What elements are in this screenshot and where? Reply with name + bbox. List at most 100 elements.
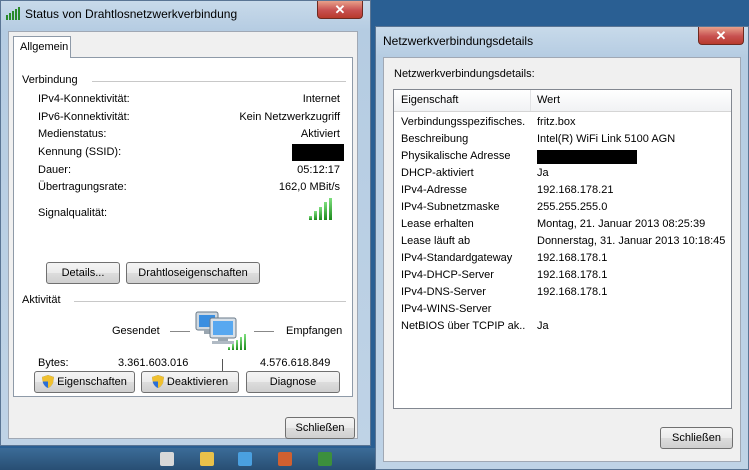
desktop-icon [318,452,332,466]
close-icon: ✕ [334,2,346,17]
column-header-value[interactable]: Wert [537,94,560,106]
connection-group-title: Verbindung [22,74,78,86]
wireless-properties-button[interactable]: Drahtloseigenschaften [126,262,260,284]
status-window-client: Allgemein Verbindung IPv4-Konnektivität:… [8,31,358,439]
table-row[interactable]: Beschreibung Intel(R) WiFi Link 5100 AGN [394,131,731,148]
deactivate-button-label: Deaktivieren [166,376,229,388]
transfer-rate-value: 162,0 MBit/s [278,181,340,193]
table-row[interactable]: IPv4-Standardgateway 192.168.178.1 [394,250,731,267]
column-separator[interactable] [530,90,531,111]
row-value: Donnerstag, 31. Januar 2013 10:18:45 [537,235,726,247]
table-row[interactable]: Verbindungsspezifisches... fritz.box [394,114,731,131]
properties-button[interactable]: Eigenschaften [34,371,135,393]
row-value: 192.168.178.1 [537,269,608,281]
row-property: Beschreibung [401,133,469,145]
ssid-label: Kennung (SSID): [38,146,122,158]
signal-bar [228,347,230,350]
signal-bar [314,211,317,220]
table-row[interactable]: IPv4-Subnetzmaske 255.255.255.0 [394,199,731,216]
details-list-label: Netzwerkverbindungsdetails: [394,68,535,80]
signal-bar [240,337,242,350]
ssid-redacted [292,144,344,161]
row-value: fritz.box [537,116,576,128]
details-button[interactable]: Details... [46,262,120,284]
ipv4-connectivity-value: Internet [302,93,340,105]
row-value: 255.255.255.0 [537,201,608,213]
uac-shield-icon [42,375,55,388]
details-window-title: Netzwerkverbindungsdetails [383,34,534,48]
table-row[interactable]: IPv4-WINS-Server [394,301,731,318]
group-divider [92,81,346,82]
row-property: IPv4-WINS-Server [401,303,492,315]
mac-address-redacted [537,150,637,164]
signal-strength-icon [309,198,339,220]
table-row[interactable]: NetBIOS über TCPIP ak... Ja [394,318,731,335]
details-listview[interactable]: Eigenschaft Wert Verbindungsspezifisches… [393,89,732,409]
wireless-network-icon [6,7,20,20]
signal-bar [236,340,238,350]
deactivate-button[interactable]: Deaktivieren [141,371,239,393]
row-property: IPv4-DNS-Server [401,286,486,298]
details-close-button[interactable]: Schließen [660,427,733,449]
signal-bar [244,334,246,350]
signal-bar [319,207,322,220]
row-property: Physikalische Adresse [401,150,511,162]
signal-bar [324,202,327,220]
row-value: Ja [537,167,549,179]
sent-label: Gesendet [112,325,160,337]
table-row[interactable]: IPv4-DNS-Server 192.168.178.1 [394,284,731,301]
ipv6-connectivity-label: IPv6-Konnektivität: [38,111,130,123]
bytes-label: Bytes: [38,357,69,369]
row-value: 192.168.178.1 [537,252,608,264]
desktop-icon [200,452,214,466]
status-window-titlebar[interactable]: Status von Drahtlosnetzwerkverbindung ✕ [1,1,370,27]
details-window-titlebar[interactable]: Netzwerkverbindungsdetails ✕ [376,27,748,53]
activity-signal-icon [228,334,250,350]
details-window: Netzwerkverbindungsdetails ✕ Netzwerkver… [375,26,749,470]
duration-label: Dauer: [38,164,72,176]
row-value: Ja [537,320,549,332]
row-property: IPv4-Subnetzmaske [401,201,500,213]
details-window-client: Netzwerkverbindungsdetails: Eigenschaft … [383,57,741,462]
column-header-property[interactable]: Eigenschaft [401,94,458,106]
table-row[interactable]: IPv4-Adresse 192.168.178.21 [394,182,731,199]
bytes-sent-value: 3.361.603.016 [118,357,189,369]
transfer-rate-label: Übertragungsrate: [38,181,127,193]
uac-shield-icon [151,375,164,388]
status-close-button[interactable]: Schließen [285,417,355,439]
received-line [254,331,274,332]
details-window-close-button[interactable]: ✕ [698,27,744,45]
table-row[interactable]: DHCP-aktiviert Ja [394,165,731,182]
row-value: Montag, 21. Januar 2013 08:25:39 [537,218,706,230]
tab-panel-allgemein: Verbindung IPv4-Konnektivität: Internet … [13,57,353,397]
bytes-received-value: 4.576.618.849 [260,357,331,369]
table-row[interactable]: Lease erhalten Montag, 21. Januar 2013 08… [394,216,731,233]
row-property: Lease läuft ab [401,235,471,247]
tab-allgemein[interactable]: Allgemein [13,36,71,58]
bytes-divider [222,359,223,371]
signal-bar [309,216,312,220]
diagnose-button[interactable]: Diagnose [246,371,340,393]
listview-header: Eigenschaft Wert [394,90,731,112]
table-row[interactable]: IPv4-DHCP-Server 192.168.178.1 [394,267,731,284]
row-property: Lease erhalten [401,218,474,230]
row-value: Intel(R) WiFi Link 5100 AGN [537,133,676,145]
row-value: 192.168.178.21 [537,184,614,196]
row-property: DHCP-aktiviert [401,167,474,179]
row-property: NetBIOS über TCPIP ak... [401,320,526,332]
media-status-value: Aktiviert [300,128,340,140]
table-row[interactable]: Lease läuft ab Donnerstag, 31. Januar 201… [394,233,731,250]
ipv6-connectivity-value: Kein Netzwerkzugriff [239,111,340,123]
table-row[interactable]: Physikalische Adresse [394,148,731,165]
desktop-icon [238,452,252,466]
duration-value: 05:12:17 [297,164,340,176]
status-window-close-button[interactable]: ✕ [317,1,363,19]
signal-quality-label: Signalqualität: [38,207,108,219]
group-divider [74,301,346,302]
sent-line [170,331,190,332]
desktop-icon [160,452,174,466]
row-property: IPv4-Adresse [401,184,468,196]
signal-bar [232,344,234,350]
media-status-label: Medienstatus: [38,128,107,140]
row-value: 192.168.178.1 [537,286,608,298]
